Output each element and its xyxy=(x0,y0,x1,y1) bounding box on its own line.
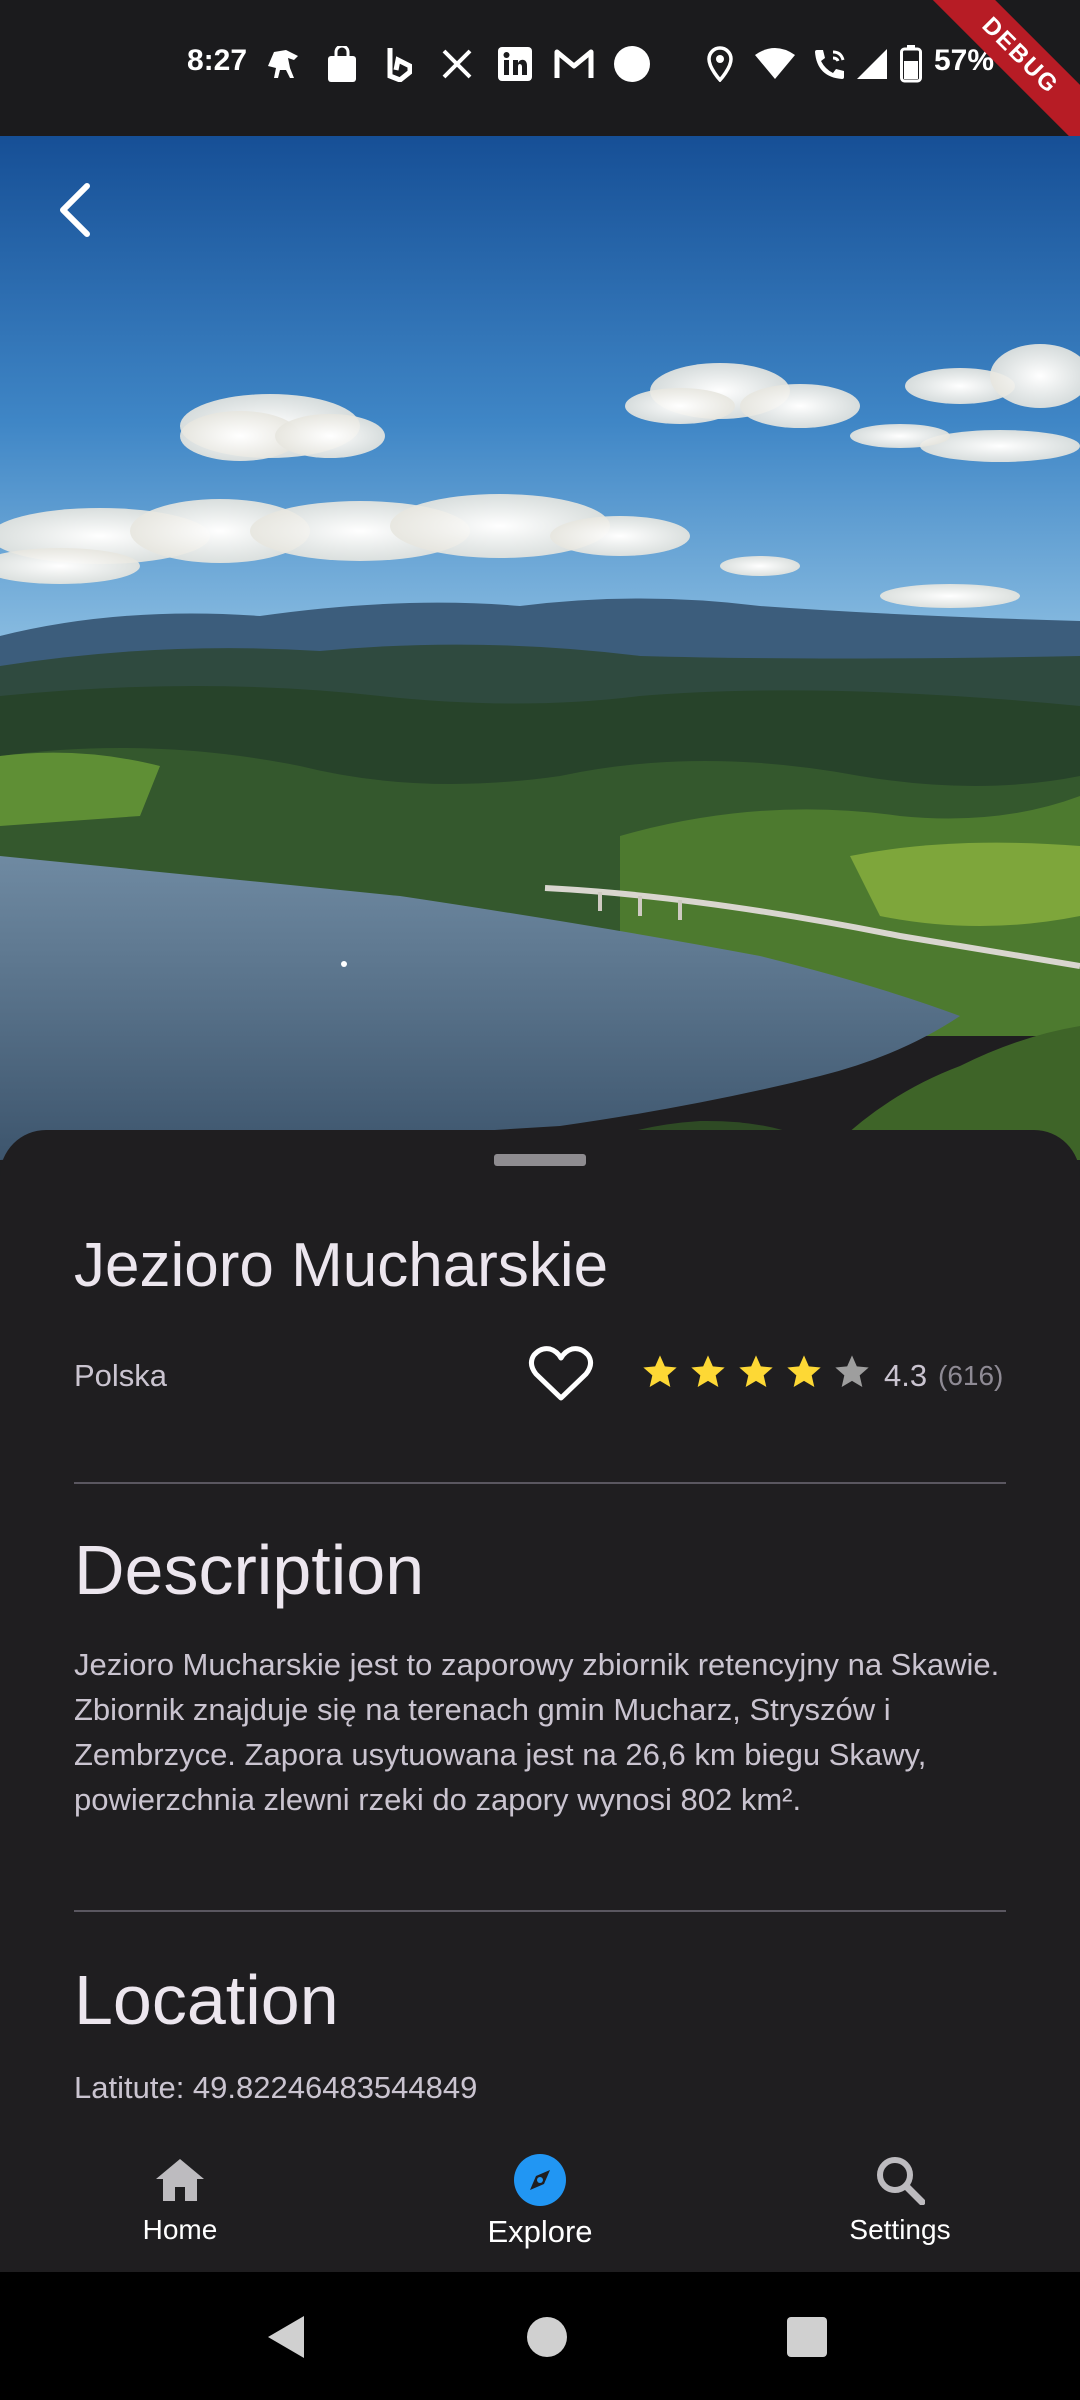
location-heading: Location xyxy=(74,1961,339,2039)
status-bar: 8:27 57% DEBUG xyxy=(0,0,1080,164)
star-filled-icon xyxy=(691,1355,725,1387)
system-navigation-bar xyxy=(0,2272,1080,2400)
shopping-bag-icon xyxy=(324,44,360,84)
wifi-icon xyxy=(754,44,796,84)
rating-value: 4.3 xyxy=(884,1358,928,1393)
nav-item-settings[interactable]: Settings xyxy=(800,2130,1000,2272)
star-empty-icon xyxy=(835,1355,869,1387)
square-recents-icon xyxy=(787,2317,827,2357)
star-filled-icon xyxy=(739,1355,773,1387)
detail-sheet: Jezioro Mucharskie Polska 4.3 (616) Desc… xyxy=(0,1130,1080,2270)
nav-label-settings: Settings xyxy=(849,2214,951,2245)
location-icon xyxy=(704,44,736,84)
x-icon xyxy=(440,44,474,84)
nav-label-explore: Explore xyxy=(487,2214,593,2249)
description-text: Jezioro Mucharskie jest to zaporowy zbio… xyxy=(74,1647,1000,1817)
chevron-left-icon xyxy=(60,183,90,237)
battery-icon xyxy=(898,44,924,84)
divider xyxy=(74,1482,1006,1484)
explore-icon xyxy=(512,2152,568,2208)
system-back-button[interactable] xyxy=(262,2312,312,2362)
nav-item-explore[interactable]: Explore xyxy=(440,2130,640,2272)
place-title: Jezioro Mucharskie xyxy=(74,1231,609,1300)
bing-icon xyxy=(384,44,414,84)
heart-outline-icon xyxy=(528,1346,594,1401)
status-time: 8:27 xyxy=(187,44,248,77)
horse-app-icon xyxy=(264,44,304,84)
rating-stars xyxy=(640,1352,872,1392)
circle-icon xyxy=(612,44,652,84)
back-button[interactable] xyxy=(40,170,110,250)
home-icon xyxy=(152,2152,208,2208)
nav-item-home[interactable]: Home xyxy=(80,2130,280,2272)
rating-count: (616) xyxy=(938,1360,1004,1391)
linkedin-icon xyxy=(496,44,534,84)
latitude-text: Latitute: 49.82246483544849 xyxy=(74,2070,478,2105)
search-icon xyxy=(872,2152,928,2208)
bottom-navigation: Home Explore Settings xyxy=(0,2130,1080,2272)
star-filled-icon xyxy=(787,1355,821,1387)
star-filled-icon xyxy=(643,1355,677,1387)
system-recents-button[interactable] xyxy=(782,2312,832,2362)
place-country: Polska xyxy=(74,1358,168,1393)
divider xyxy=(74,1910,1006,1912)
circle-home-icon xyxy=(527,2317,567,2357)
drag-handle[interactable] xyxy=(494,1154,586,1166)
place-hero-image xyxy=(0,136,1080,1160)
triangle-back-icon xyxy=(268,2316,304,2358)
description-heading: Description xyxy=(74,1531,425,1609)
wifi-call-icon xyxy=(810,44,850,84)
system-home-button[interactable] xyxy=(522,2312,572,2362)
nav-label-home: Home xyxy=(142,2214,218,2245)
gmail-icon xyxy=(554,44,594,84)
favorite-button[interactable] xyxy=(528,1344,594,1404)
signal-icon xyxy=(854,44,890,84)
